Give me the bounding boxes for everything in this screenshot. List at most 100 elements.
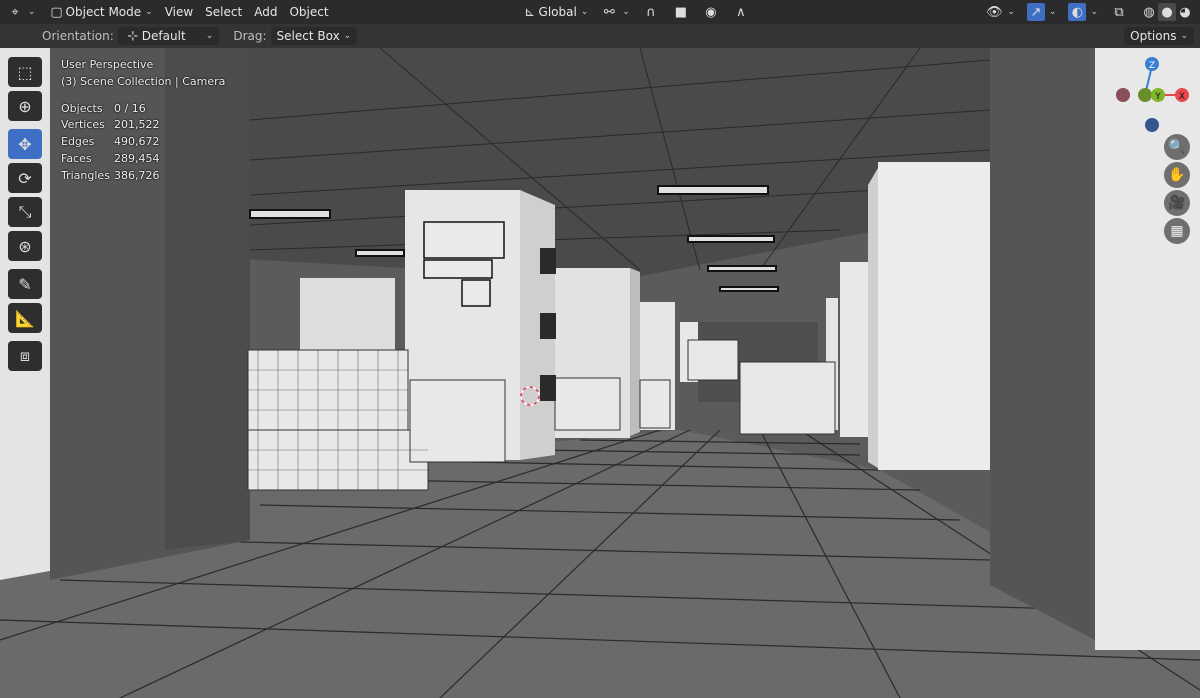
select-box-icon: ⬚: [17, 62, 33, 82]
solid-shading-icon[interactable]: ●: [1158, 3, 1176, 21]
grid-ortho-icon: ▦: [1170, 223, 1184, 239]
menu-object[interactable]: Object: [283, 2, 334, 22]
stat-row: Edges 490,672: [61, 134, 225, 151]
stat-value: 490,672: [114, 135, 160, 149]
transform-tool[interactable]: ⊛: [8, 231, 42, 261]
stat-label: Edges: [61, 135, 95, 149]
view-name: User Perspective: [61, 58, 154, 71]
visibility-selector[interactable]: 👁 ⌄: [979, 2, 1021, 22]
stat-label: Faces: [61, 151, 92, 165]
orientation-value: Default: [141, 29, 186, 43]
camera-view-button[interactable]: 🎥: [1164, 190, 1190, 216]
add-cube-icon: ⧈: [19, 346, 31, 365]
chevron-down-icon: ⌄: [580, 7, 589, 17]
add-cube-tool[interactable]: ⧈: [8, 341, 42, 371]
magnet-icon: ∩: [646, 4, 656, 20]
viewport-text-overlay: User Perspective (3) Scene Collection | …: [61, 57, 225, 185]
overlays-toggle[interactable]: ◐ ⌄: [1062, 2, 1104, 22]
stat-value: 0 / 16: [114, 101, 146, 115]
transform-orientation-selector[interactable]: ⊾ Global ⌄: [515, 2, 595, 22]
tool-options-bar: Orientation: ⊹ Default ⌄ Drag: Select Bo…: [0, 24, 1200, 48]
eye-icon: 👁: [986, 4, 1003, 20]
pivot-point-selector[interactable]: ⚯ ⌄: [594, 2, 636, 22]
select-box-tool[interactable]: ⬚: [8, 57, 42, 87]
falloff-curve-icon: ∧: [736, 4, 746, 20]
axis-gizmo-graphic: Z Y X: [1116, 57, 1189, 132]
y-axis-label: Y: [1154, 92, 1161, 102]
transform-icon: ⊛: [18, 236, 32, 256]
transform-orientation-label: Global: [538, 5, 577, 19]
ortho-toggle-button[interactable]: ▦: [1164, 218, 1190, 244]
gizmo-toggle[interactable]: ↗ ⌄: [1021, 2, 1063, 22]
scale-icon: ⤡: [18, 202, 32, 221]
viewport-header: ⌖ ⌄ ▢ Object Mode ⌄ View Select Add Objec…: [0, 0, 1200, 24]
proportional-edit-toggle[interactable]: ◉: [696, 2, 726, 22]
shading-modes[interactable]: ◍ ● ◕: [1134, 2, 1200, 22]
chevron-down-icon: ⌄: [1090, 7, 1098, 17]
options-dropdown[interactable]: Options ⌄: [1124, 27, 1194, 45]
editor-type-selector[interactable]: ⌖ ⌄: [0, 2, 42, 22]
drag-value: Select Box: [276, 29, 340, 43]
rotate-tool[interactable]: ⟳: [8, 163, 42, 193]
stat-label: Vertices: [61, 118, 105, 132]
stat-row: Faces 289,454: [61, 151, 225, 168]
stat-value: 289,454: [114, 151, 160, 165]
navigation-gizmo[interactable]: Z Y X: [1110, 54, 1196, 140]
cursor-tool[interactable]: ⊕: [8, 91, 42, 121]
mode-selector[interactable]: ▢ Object Mode ⌄: [42, 2, 159, 22]
cursor-icon: ⊕: [18, 96, 32, 116]
neg-z-axis-handle: [1145, 118, 1159, 132]
snap-square-icon: ■: [674, 4, 688, 20]
chevron-down-icon: ⌄: [205, 31, 214, 41]
stat-value: 201,522: [114, 118, 160, 132]
annotate-tool[interactable]: ✎: [8, 269, 42, 299]
material-shading-icon[interactable]: ◕: [1176, 3, 1194, 21]
stat-value: 386,726: [114, 168, 160, 182]
snap-target-selector[interactable]: ■: [666, 2, 696, 22]
neg-y-axis-handle: [1138, 88, 1152, 102]
scale-tool[interactable]: ⤡: [8, 197, 42, 227]
stat-row: Triangles 386,726: [61, 168, 225, 185]
proportional-edit-icon: ◉: [705, 4, 717, 20]
zoom-button[interactable]: 🔍: [1164, 134, 1190, 160]
options-label: Options: [1130, 29, 1177, 43]
measure-tool[interactable]: 📐: [8, 303, 42, 333]
rotate-icon: ⟳: [18, 168, 32, 188]
collection-info: (3) Scene Collection | Camera: [61, 74, 226, 88]
overlays-icon: ◐: [1068, 3, 1087, 21]
pan-button[interactable]: ✋: [1164, 162, 1190, 188]
pan-hand-icon: ✋: [1168, 167, 1186, 183]
z-axis-label: Z: [1149, 61, 1155, 71]
drag-label: Drag:: [233, 29, 267, 43]
mode-label: Object Mode: [65, 5, 142, 19]
tool-shelf: ⬚ ⊕ ✥ ⟳ ⤡ ⊛ ✎ 📐 ⧈: [8, 57, 46, 375]
stat-row: Objects 0 / 16: [61, 101, 225, 118]
stat-label: Triangles: [61, 168, 110, 182]
object-mode-icon: ▢: [50, 4, 63, 20]
chevron-down-icon: ⌄: [145, 7, 153, 17]
stat-row: Vertices 201,522: [61, 117, 225, 134]
gizmo-arrow-icon: ↗: [1026, 3, 1045, 21]
menu-add[interactable]: Add: [248, 2, 283, 22]
falloff-selector[interactable]: ∧: [726, 2, 756, 22]
move-tool[interactable]: ✥: [8, 129, 42, 159]
menu-select[interactable]: Select: [199, 2, 248, 22]
xray-toggle[interactable]: ⧉: [1104, 2, 1134, 22]
orientation-label: Orientation:: [42, 29, 114, 43]
measure-icon: 📐: [15, 308, 35, 328]
snap-toggle[interactable]: ∩: [636, 2, 666, 22]
orientation-dropdown[interactable]: ⊹ Default ⌄: [117, 27, 220, 45]
camera-view-icon: 🎥: [1168, 195, 1186, 211]
drag-dropdown[interactable]: Select Box ⌄: [270, 27, 358, 45]
zoom-icon: 🔍: [1168, 139, 1186, 155]
wireframe-shading-icon[interactable]: ◍: [1140, 3, 1158, 21]
annotate-icon: ✎: [18, 274, 32, 294]
chevron-down-icon: ⌄: [28, 7, 36, 17]
pivot-icon: ⚯: [603, 4, 615, 20]
chevron-down-icon: ⌄: [1007, 7, 1015, 17]
menu-view[interactable]: View: [159, 2, 199, 22]
orientation-icon: ⊹: [127, 28, 139, 44]
stat-label: Objects: [61, 101, 103, 115]
move-icon: ✥: [18, 134, 32, 154]
chevron-down-icon: ⌄: [343, 31, 352, 41]
